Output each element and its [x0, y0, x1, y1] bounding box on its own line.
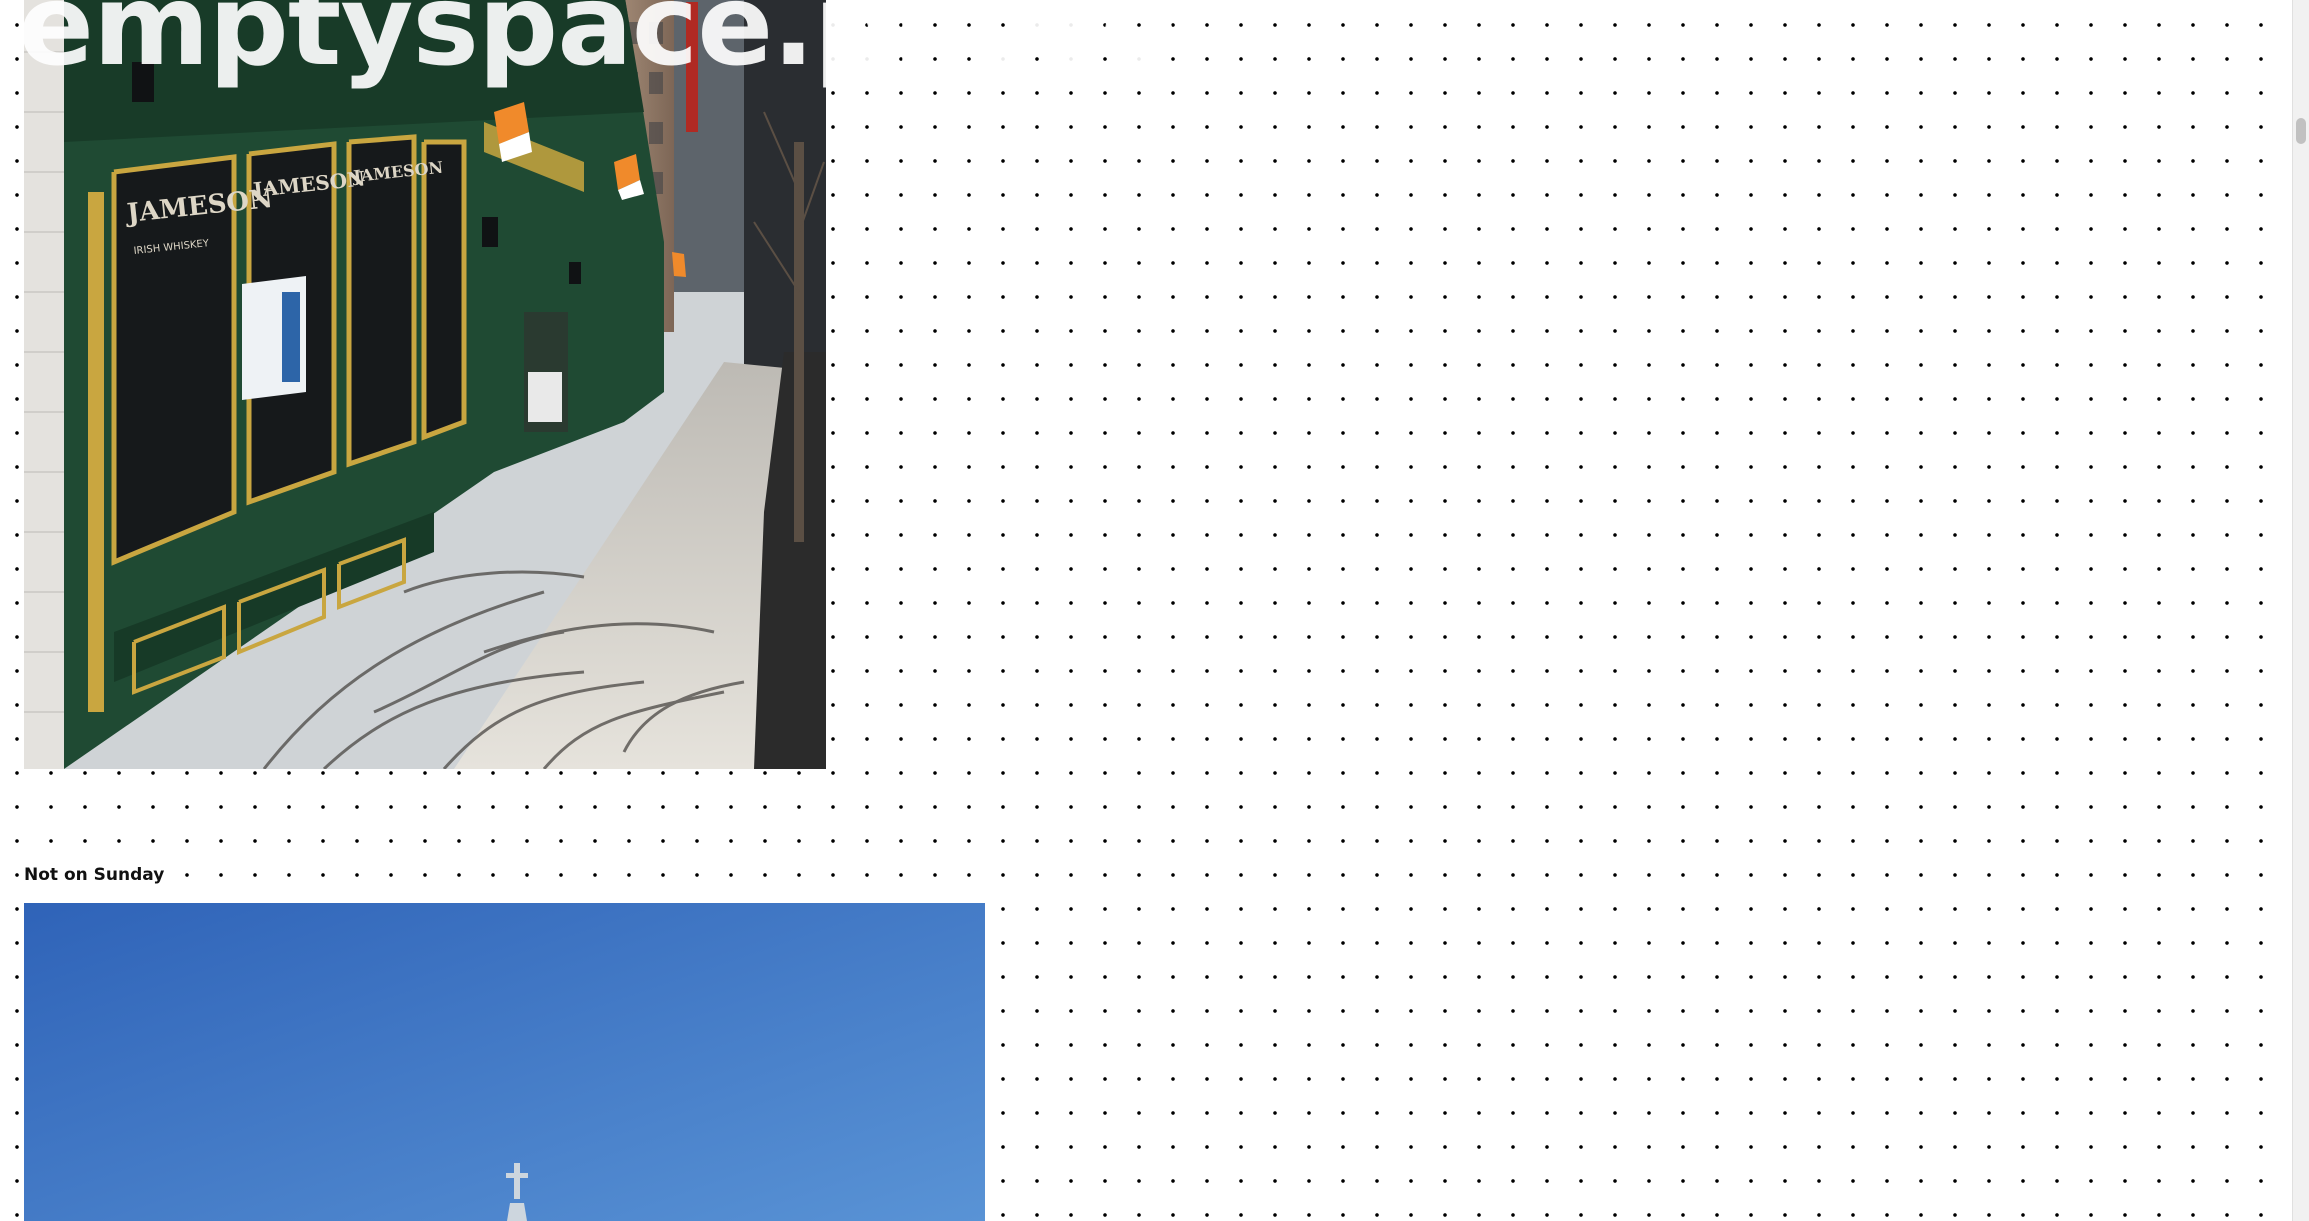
scrollbar-thumb[interactable] [2296, 118, 2306, 144]
storefront-photo-image: JAMESON IRISH WHISKEY JAMESON JAMESON [24, 0, 826, 769]
post-caption: Not on Sunday [24, 864, 168, 887]
page-viewport: JAMESON IRISH WHISKEY JAMESON JAMESON em… [0, 0, 2309, 1221]
site-logo[interactable]: emptyspace.photo [18, 0, 1177, 82]
sky-cross-photo[interactable] [24, 903, 985, 1221]
vertical-scrollbar[interactable] [2292, 0, 2309, 1221]
storefront-photo[interactable]: JAMESON IRISH WHISKEY JAMESON JAMESON [24, 0, 826, 769]
sky-cross-photo-image [24, 903, 985, 1221]
